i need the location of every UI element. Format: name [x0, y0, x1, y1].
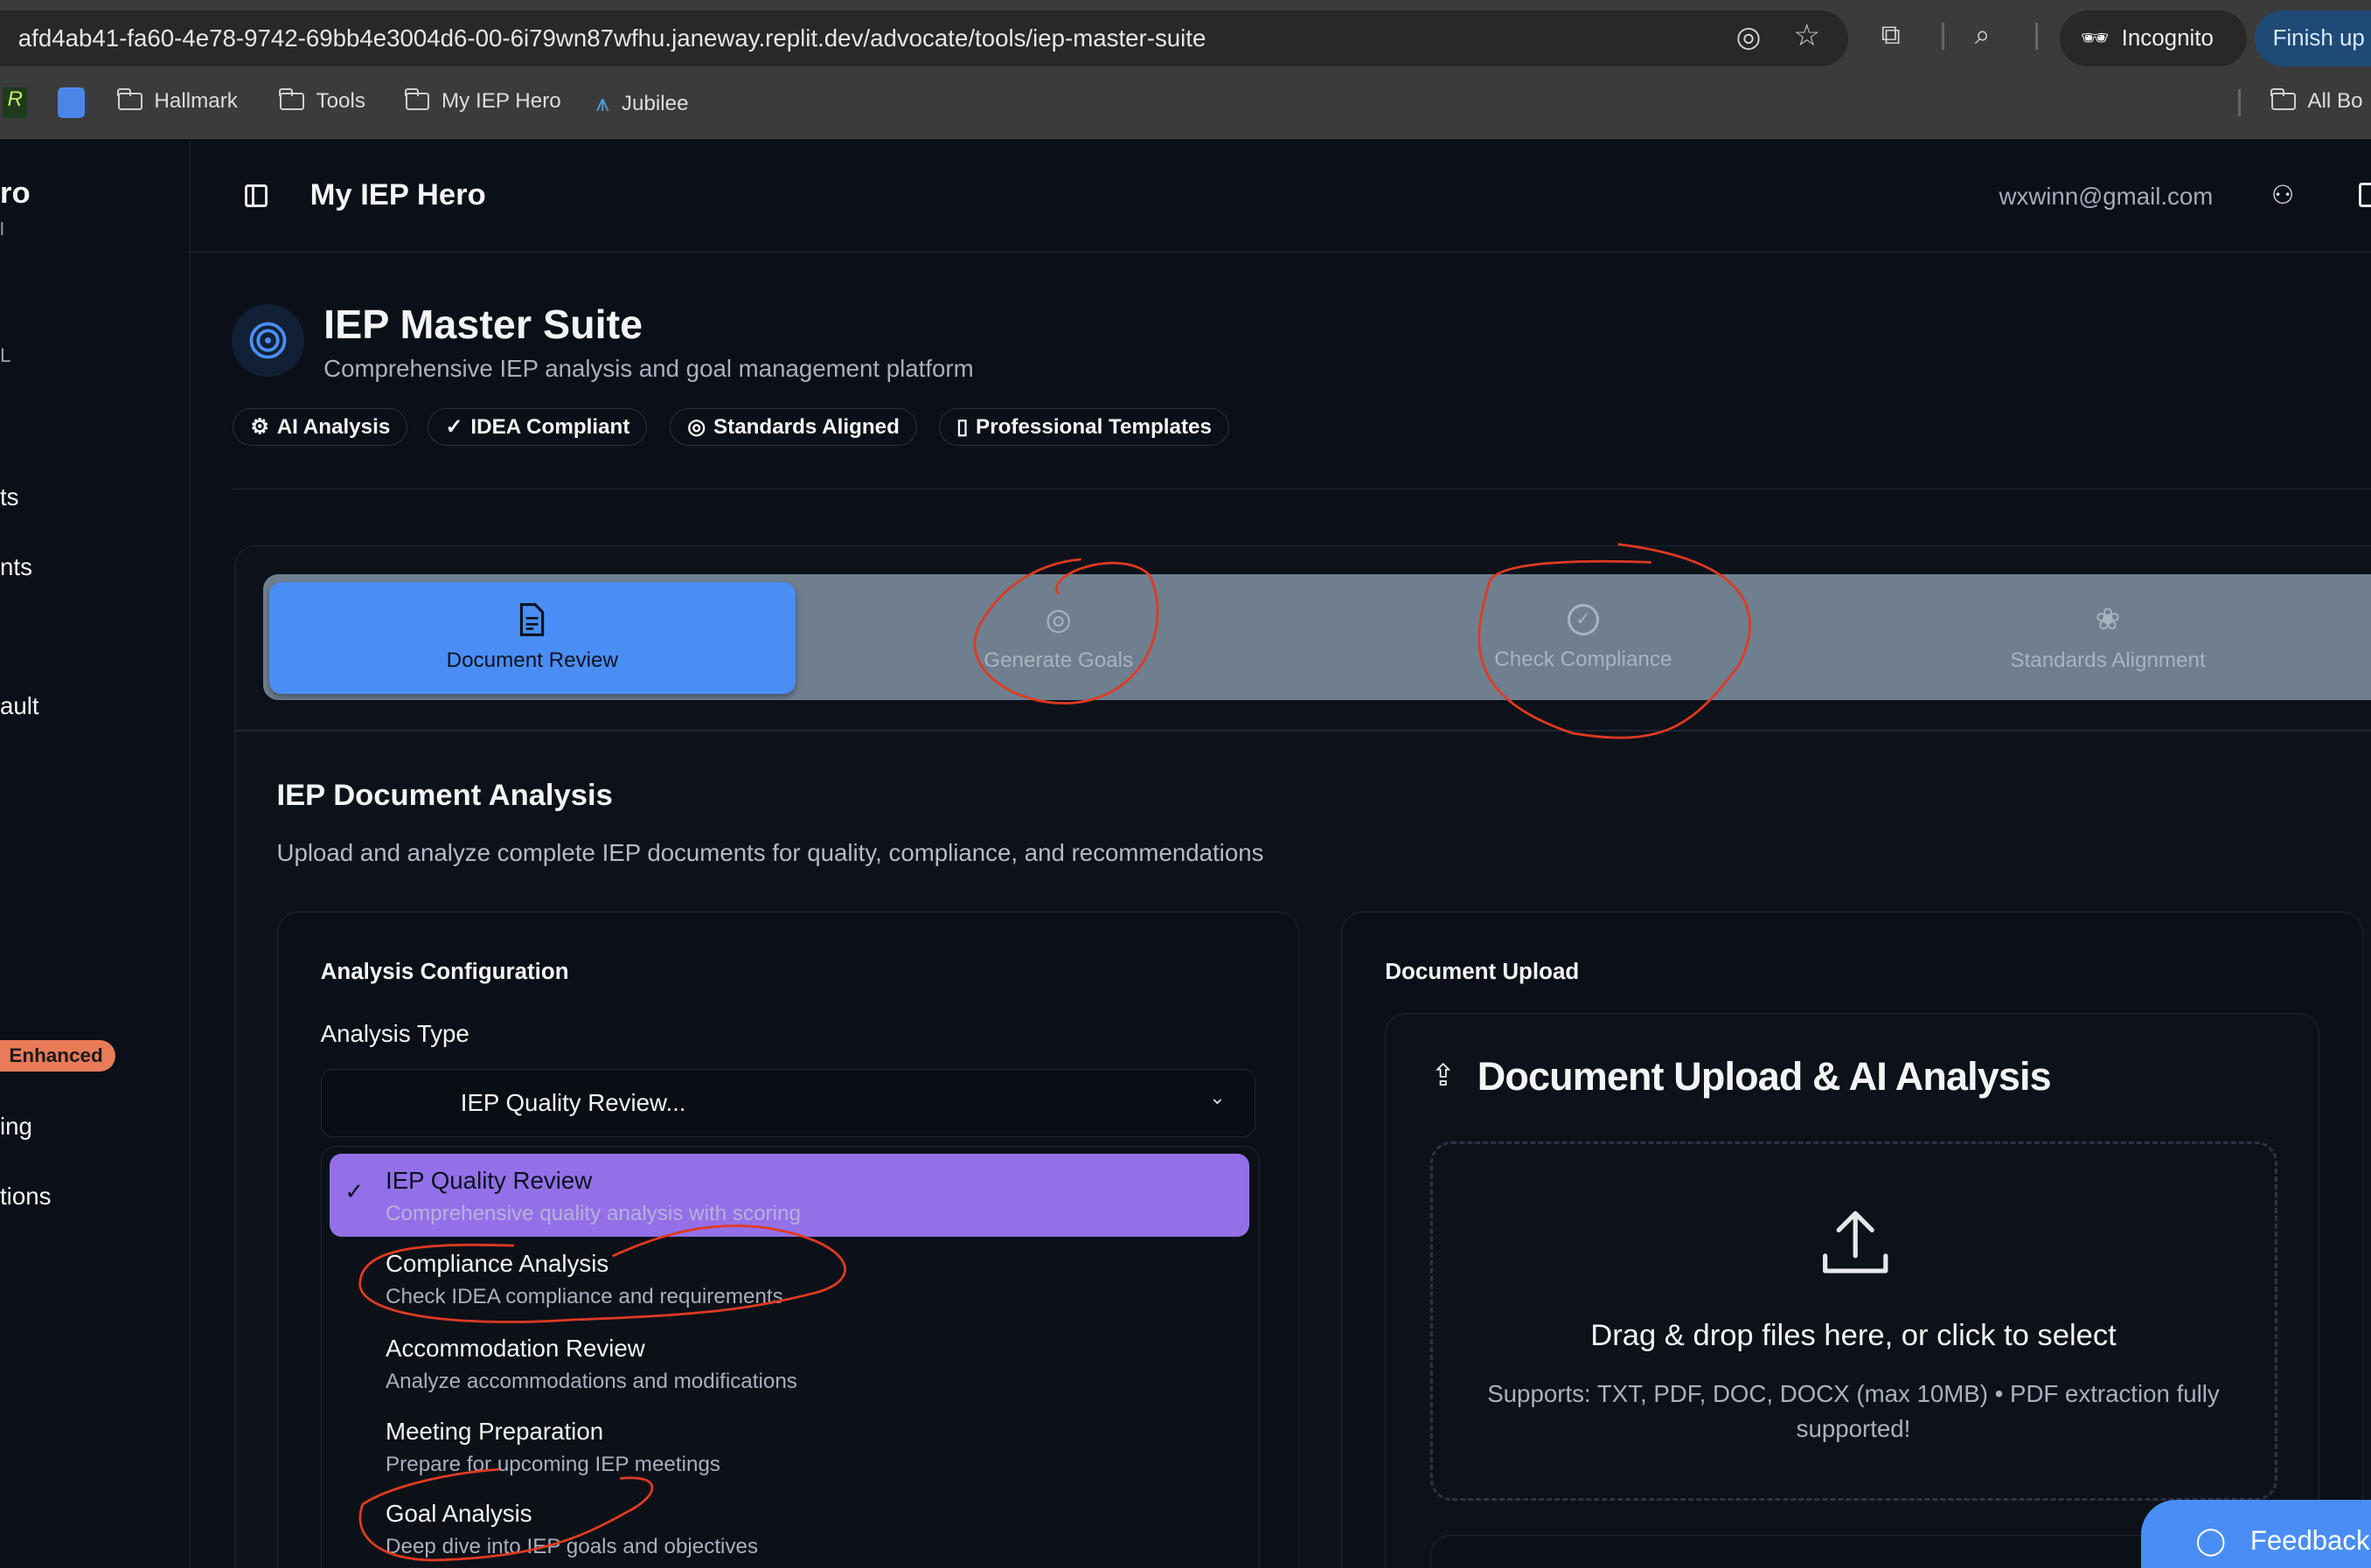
address-bar[interactable]: afd4ab41-fa60-4e78-9742-69bb4e3004d6-00-… — [0, 10, 1848, 67]
upload-heading: Document Upload & AI Analysis — [1477, 1053, 2052, 1099]
supported-formats: Supports: TXT, PDF, DOC, DOCX (max 10MB)… — [1487, 1380, 2220, 1442]
config-title: Analysis Configuration — [320, 960, 569, 985]
analysis-type-select[interactable]: IEP Quality Review... ⌄ — [320, 1068, 1255, 1137]
chat-bubble-icon: ◯ — [2195, 1525, 2227, 1557]
tab-generate-goals[interactable]: ◎ Generate Goals — [796, 582, 1322, 694]
option-compliance-analysis[interactable]: Compliance Analysis Check IDEA compliance… — [330, 1237, 1249, 1320]
option-meeting-preparation[interactable]: Meeting Preparation Prepare for upcoming … — [330, 1405, 1249, 1488]
star-icon[interactable]: ☆ — [1793, 18, 1820, 53]
sidebar-section-label: L — [0, 344, 11, 367]
divider — [2035, 22, 2039, 51]
analysis-type-label: Analysis Type — [320, 1020, 469, 1048]
search-tab-icon[interactable]: ⌕ — [1975, 19, 1990, 52]
book-icon: ▯ — [956, 415, 969, 440]
check-circle-icon: ✓ — [445, 415, 463, 440]
tab-check-compliance[interactable]: ✓ Check Compliance — [1320, 582, 1846, 694]
folder-icon — [279, 87, 304, 111]
brain-icon: ❀ — [2095, 602, 2121, 636]
target-logo — [231, 303, 304, 377]
target-icon — [249, 322, 287, 359]
target-icon: ◎ — [687, 415, 706, 440]
divider — [1941, 22, 1945, 51]
folder-icon — [404, 87, 430, 111]
jubilee-icon: ⩚ — [595, 89, 610, 117]
divider — [233, 488, 2371, 490]
sidebar-brand: ro — [0, 177, 31, 211]
section-title: IEP Document Analysis — [276, 778, 613, 812]
sidebar-item[interactable]: ing — [0, 1113, 32, 1141]
sidebar-item[interactable]: tions — [0, 1183, 51, 1211]
select-value: IEP Quality Review... — [460, 1089, 686, 1117]
sidebar-toggle-icon[interactable] — [245, 184, 268, 207]
divider — [234, 730, 2371, 732]
upload-icon: ⇪ — [1430, 1058, 1457, 1093]
dropzone[interactable]: Drag & drop files here, or click to sele… — [1430, 1141, 2277, 1502]
upload-card-title: Document Upload — [1385, 960, 1580, 985]
app-title: My IEP Hero — [309, 178, 486, 212]
user-email: wxwinn@gmail.com — [1999, 183, 2214, 211]
badge-standards-aligned: ◎ Standards Aligned — [670, 407, 917, 447]
option-goal-analysis[interactable]: Goal Analysis Deep dive into IEP goals an… — [330, 1486, 1249, 1567]
check-icon: ✓ — [344, 1180, 365, 1205]
chevron-down-icon: ⌄ — [1208, 1086, 1226, 1108]
bookmark-r-icon[interactable]: R — [3, 87, 28, 118]
bookmark-tools[interactable]: Tools — [279, 87, 365, 114]
enhanced-badge: Enhanced — [0, 1039, 115, 1072]
divider — [2237, 89, 2242, 117]
section-description: Upload and analyze complete IEP document… — [276, 838, 1264, 866]
page-title: IEP Master Suite — [323, 302, 643, 348]
bookmark-my-iep-hero[interactable]: My IEP Hero — [404, 87, 561, 114]
page: afd4ab41-fa60-4e78-9742-69bb4e3004d6-00-… — [0, 0, 2371, 1568]
badge-idea-compliant: ✓ IDEA Compliant — [428, 407, 648, 447]
page-subtitle: Comprehensive IEP analysis and goal mana… — [323, 355, 974, 383]
url-text[interactable]: afd4ab41-fa60-4e78-9742-69bb4e3004d6-00-… — [18, 24, 1206, 52]
bookmark-jubilee[interactable]: ⩚ Jubilee — [595, 89, 688, 118]
extensions-icon[interactable]: ⧉ — [1881, 19, 1901, 52]
sidebar-brand-sub: l — [0, 219, 4, 239]
incognito-icon: 🕶 — [2080, 26, 2110, 52]
tab-standards-alignment[interactable]: ❀ Standards Alignment — [1845, 582, 2371, 694]
option-accommodation-review[interactable]: Accommodation Review Analyze accommodatio… — [330, 1322, 1249, 1405]
folder-icon — [2270, 87, 2296, 111]
docs-icon[interactable] — [57, 87, 85, 118]
all-bookmarks[interactable]: All Bo — [2270, 87, 2363, 114]
user-icon[interactable]: ⚇ — [2271, 180, 2294, 211]
upload-arrow-icon — [1822, 1211, 1888, 1273]
incognito-indicator[interactable]: 🕶 Incognito — [2059, 10, 2248, 67]
badge-ai-analysis: ⚙ AI Analysis — [233, 407, 408, 447]
check-circle-icon: ✓ — [1567, 603, 1600, 636]
badge-professional-templates: ▯ Professional Templates — [939, 407, 1229, 447]
eye-off-icon[interactable]: ◎ — [1736, 19, 1762, 53]
sidebar-item[interactable]: ts — [0, 483, 19, 511]
dropzone-text: Drag & drop files here, or click to sele… — [1590, 1319, 2117, 1353]
logout-icon[interactable] — [2359, 183, 2371, 207]
finish-update-button[interactable]: Finish up — [2254, 10, 2371, 67]
option-iep-quality-review[interactable]: ✓ IEP Quality Review Comprehensive quali… — [330, 1153, 1249, 1237]
document-icon — [520, 603, 545, 636]
sidebar-item[interactable]: ault — [0, 692, 39, 720]
sidebar-item[interactable]: nts — [0, 553, 32, 581]
folder-icon — [117, 87, 143, 111]
bookmark-hallmark[interactable]: Hallmark — [117, 87, 238, 114]
brain-icon: ⚙ — [250, 415, 270, 440]
target-icon: ◎ — [1045, 602, 1072, 636]
tab-document-review[interactable]: Document Review — [268, 581, 796, 694]
sidebar — [0, 140, 191, 1568]
feedback-button[interactable]: ◯ Feedback — [2141, 1499, 2371, 1568]
